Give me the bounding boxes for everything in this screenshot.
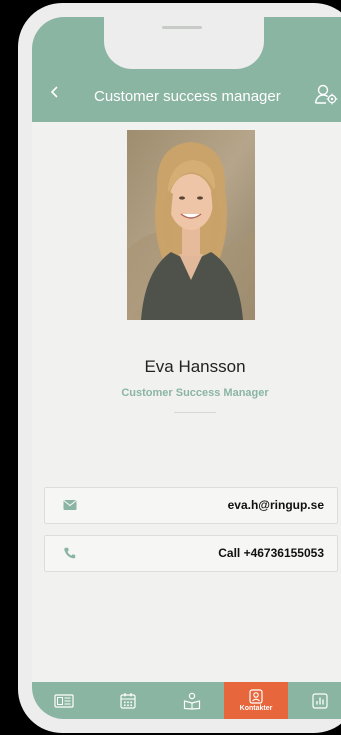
tab-stats[interactable] bbox=[288, 682, 341, 719]
phone-notch bbox=[104, 17, 264, 69]
tab-contacts-label: Kontakter bbox=[239, 705, 273, 712]
screen: Customer success manager Eva Hansson Cus… bbox=[32, 17, 341, 719]
tab-news[interactable] bbox=[32, 682, 96, 719]
email-row[interactable]: eva.h@ringup.se bbox=[44, 487, 338, 524]
contact-role: Customer Success Manager bbox=[121, 387, 269, 399]
divider bbox=[174, 412, 216, 413]
phone-value[interactable]: Call +46736155053 bbox=[218, 546, 324, 560]
tab-calendar[interactable] bbox=[96, 682, 160, 719]
profile-photo bbox=[127, 130, 255, 320]
tab-contacts[interactable]: Kontakter bbox=[224, 682, 288, 719]
bottom-tab-bar: Kontakter bbox=[32, 682, 341, 719]
user-settings-icon[interactable] bbox=[314, 83, 338, 105]
page-title: Customer success manager bbox=[94, 88, 281, 105]
contact-name: Eva Hansson bbox=[144, 357, 246, 376]
header-bar: Customer success manager bbox=[32, 17, 341, 122]
stats-icon bbox=[312, 692, 328, 709]
book-reader-icon bbox=[183, 692, 201, 710]
calendar-icon bbox=[120, 693, 136, 709]
contacts-icon bbox=[249, 689, 263, 704]
email-value[interactable]: eva.h@ringup.se bbox=[228, 498, 324, 512]
news-icon bbox=[54, 693, 74, 708]
speaker-grille bbox=[162, 26, 202, 29]
phone-icon bbox=[64, 547, 76, 559]
chevron-left-icon[interactable] bbox=[50, 85, 60, 99]
envelope-icon bbox=[63, 500, 77, 510]
phone-frame: Customer success manager Eva Hansson Cus… bbox=[18, 3, 341, 733]
phone-row[interactable]: Call +46736155053 bbox=[44, 535, 338, 572]
tab-reader[interactable] bbox=[160, 682, 224, 719]
